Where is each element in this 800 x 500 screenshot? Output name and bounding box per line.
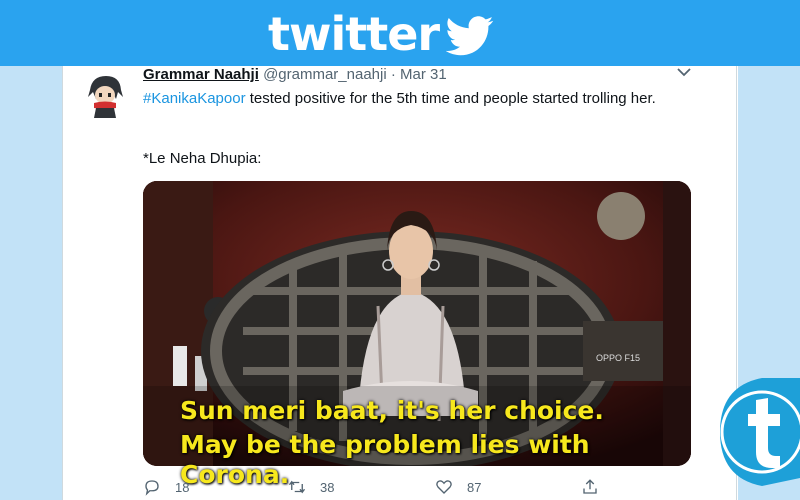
banner-title: twitter	[268, 7, 440, 61]
reply-button[interactable]: 18	[143, 478, 189, 496]
chevron-down-icon[interactable]	[676, 66, 692, 78]
like-count: 87	[467, 479, 482, 495]
left-side-panel	[0, 66, 62, 500]
tweet-text: #KanikaKapoor tested positive for the 5t…	[143, 89, 683, 109]
heart-icon	[436, 480, 452, 494]
timeline-border-left	[62, 66, 63, 500]
tweet-actions: 18 38 87	[143, 478, 703, 500]
author-name[interactable]: Grammar Naahji	[143, 66, 259, 83]
tweet-text-line2: *Le Neha Dhupia:	[143, 150, 262, 167]
t-logo-icon	[720, 378, 800, 486]
retweet-icon	[288, 480, 306, 494]
reply-count: 18	[175, 479, 190, 495]
tweet-date[interactable]: Mar 31	[400, 66, 447, 83]
hashtag-link[interactable]: #KanikaKapoor	[143, 90, 246, 107]
author-handle[interactable]: @grammar_naahji	[263, 66, 387, 83]
share-button[interactable]	[581, 478, 599, 496]
tweet-header: Grammar Naahji @grammar_naahji · Mar 31	[143, 66, 447, 83]
share-icon	[583, 479, 597, 494]
retweet-button[interactable]: 38	[288, 478, 334, 496]
camera-watermark: OPPO F15	[596, 353, 641, 363]
retweet-count: 38	[320, 479, 335, 495]
avatar[interactable]	[80, 70, 130, 120]
subtitle-line-1: Sun meri baat, it's her choice.	[180, 396, 604, 425]
header-separator: ·	[390, 66, 396, 83]
twitter-banner: twitter	[0, 0, 800, 66]
reply-icon	[145, 480, 159, 496]
twitter-bird-icon	[446, 16, 494, 56]
tweet-text-body: tested positive for the 5th time and peo…	[245, 90, 656, 107]
like-button[interactable]: 87	[435, 478, 481, 496]
